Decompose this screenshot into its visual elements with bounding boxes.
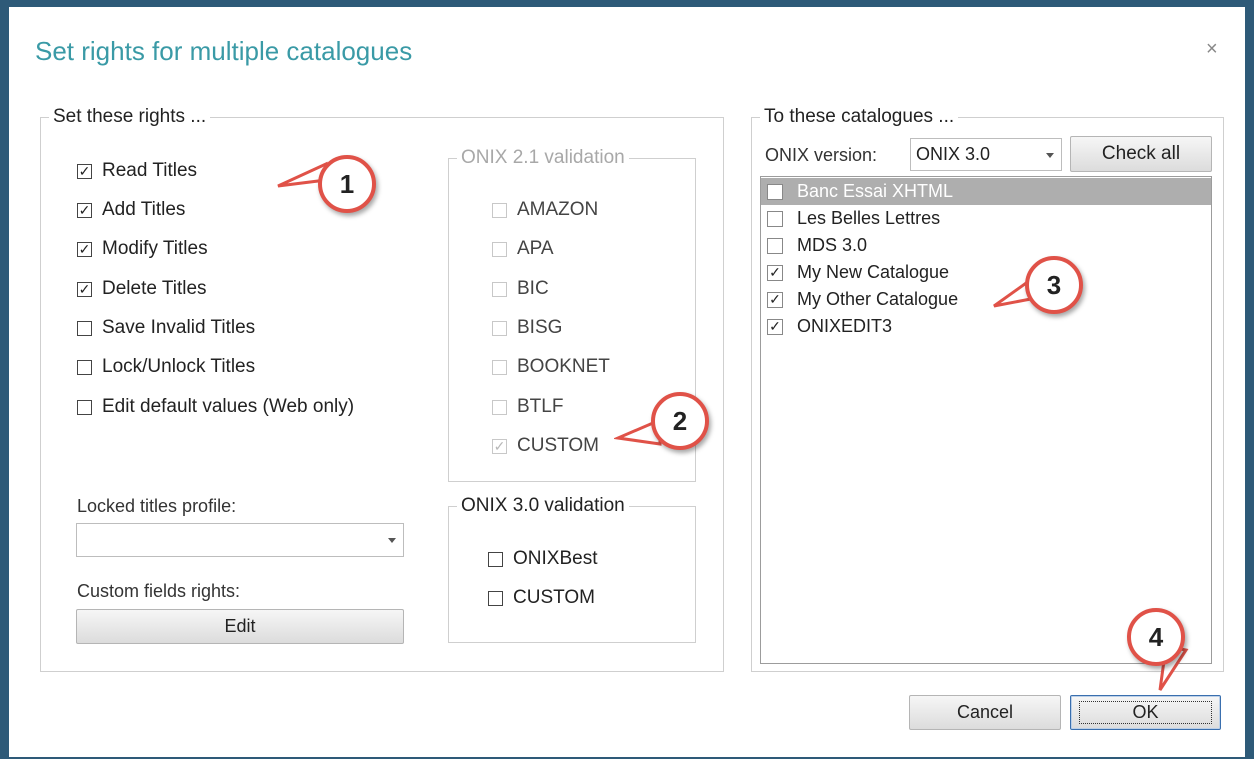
- checkbox-box[interactable]: [488, 551, 503, 567]
- chevron-down-icon: [1046, 152, 1054, 158]
- checkbox-box[interactable]: [492, 281, 507, 297]
- checkbox-box[interactable]: ✓: [77, 241, 92, 257]
- catalogue-item-mds-3-0[interactable]: MDS 3.0: [761, 232, 1211, 259]
- checkbox-label: BIC: [517, 278, 549, 299]
- onix-version-value: ONIX 3.0: [916, 144, 991, 164]
- checkbox-label: Add Titles: [102, 199, 186, 220]
- checkbox-bisg[interactable]: BISG: [492, 317, 562, 339]
- catalogue-item-banc-essai-xhtml[interactable]: Banc Essai XHTML: [761, 178, 1211, 205]
- checkbox-custom-onix30[interactable]: CUSTOM: [488, 587, 595, 609]
- checkbox-box[interactable]: [767, 237, 783, 254]
- catalogues-legend: To these catalogues ...: [764, 106, 955, 127]
- checkbox-onixbest[interactable]: ONIXBest: [488, 548, 597, 570]
- checkbox-box[interactable]: [488, 590, 503, 606]
- checkbox-save-invalid-titles[interactable]: Save Invalid Titles: [77, 317, 255, 339]
- checkbox-box[interactable]: [492, 359, 507, 375]
- callout-2: 2: [651, 392, 709, 450]
- checkbox-btlf[interactable]: BTLF: [492, 396, 563, 418]
- locked-profile-select[interactable]: [76, 523, 404, 557]
- checkbox-amazon[interactable]: AMAZON: [492, 199, 598, 221]
- checkbox-box[interactable]: [767, 210, 783, 227]
- checkbox-apa[interactable]: APA: [492, 238, 554, 260]
- checkbox-modify-titles[interactable]: ✓ Modify Titles: [77, 238, 208, 260]
- catalogue-label: ONIXEDIT3: [797, 316, 893, 336]
- checkbox-label: Edit default values (Web only): [102, 396, 355, 417]
- checkbox-label: BISG: [517, 317, 563, 338]
- catalogue-item-my-new-catalogue[interactable]: ✓ My New Catalogue: [761, 259, 1211, 286]
- ok-button[interactable]: OK: [1070, 695, 1221, 730]
- checkbox-box[interactable]: ✓: [767, 291, 783, 308]
- checkbox-label: AMAZON: [517, 199, 599, 220]
- checkbox-custom-onix21[interactable]: ✓ CUSTOM: [492, 435, 599, 457]
- onix21-legend: ONIX 2.1 validation: [461, 147, 625, 168]
- checkbox-read-titles[interactable]: ✓ Read Titles: [77, 160, 197, 182]
- checkbox-box[interactable]: [492, 241, 507, 257]
- catalogue-item-les-belles-lettres[interactable]: Les Belles Lettres: [761, 205, 1211, 232]
- checkbox-booknet[interactable]: BOOKNET: [492, 356, 610, 378]
- checkbox-label: APA: [517, 238, 554, 259]
- checkbox-label: Save Invalid Titles: [102, 317, 256, 338]
- catalogue-label: MDS 3.0: [797, 235, 868, 255]
- checkbox-box[interactable]: ✓: [77, 281, 92, 297]
- check-all-button[interactable]: Check all: [1070, 136, 1212, 172]
- checkbox-label: ONIXBest: [513, 548, 598, 569]
- checkbox-box[interactable]: ✓: [77, 202, 92, 218]
- checkbox-box[interactable]: [767, 183, 783, 200]
- catalogue-label: Banc Essai XHTML: [797, 181, 954, 201]
- checkbox-label: BTLF: [517, 396, 564, 417]
- checkbox-lock-unlock-titles[interactable]: Lock/Unlock Titles: [77, 356, 255, 378]
- checkbox-bic[interactable]: BIC: [492, 278, 549, 300]
- checkbox-box[interactable]: [492, 320, 507, 336]
- catalogue-label: My New Catalogue: [797, 262, 950, 282]
- checkbox-label: BOOKNET: [517, 356, 610, 377]
- checkbox-label: Modify Titles: [102, 238, 208, 259]
- custom-fields-label: Custom fields rights:: [77, 581, 241, 601]
- checkbox-label: Lock/Unlock Titles: [102, 356, 256, 377]
- callout-1: 1: [318, 155, 376, 213]
- checkbox-delete-titles[interactable]: ✓ Delete Titles: [77, 278, 207, 300]
- chevron-down-icon: [388, 538, 396, 543]
- rights-legend: Set these rights ...: [53, 106, 207, 127]
- catalogue-list: Banc Essai XHTML Les Belles Lettres MDS …: [760, 176, 1212, 664]
- catalogue-label: Les Belles Lettres: [797, 208, 941, 228]
- callout-3: 3: [1025, 256, 1083, 314]
- checkbox-label: Read Titles: [102, 160, 198, 181]
- checkbox-box[interactable]: ✓: [767, 264, 783, 281]
- checkbox-box[interactable]: [77, 399, 92, 415]
- ok-button-label: OK: [1079, 701, 1212, 724]
- catalogue-item-onixedit3[interactable]: ✓ ONIXEDIT3: [761, 313, 1211, 340]
- cancel-button[interactable]: Cancel: [909, 695, 1061, 730]
- close-icon[interactable]: ×: [1206, 38, 1218, 61]
- dialog-title: Set rights for multiple catalogues: [35, 36, 413, 66]
- checkbox-box[interactable]: [492, 399, 507, 415]
- checkbox-add-titles[interactable]: ✓ Add Titles: [77, 199, 185, 221]
- catalogue-label: My Other Catalogue: [797, 289, 959, 309]
- edit-button[interactable]: Edit: [76, 609, 404, 644]
- callout-4: 4: [1127, 608, 1185, 666]
- checkbox-label: CUSTOM: [513, 587, 595, 608]
- onix-version-label: ONIX version:: [765, 145, 878, 165]
- catalogue-item-my-other-catalogue[interactable]: ✓ My Other Catalogue: [761, 286, 1211, 313]
- checkbox-label: Delete Titles: [102, 278, 207, 299]
- checkbox-box[interactable]: [77, 359, 92, 375]
- checkbox-box[interactable]: [492, 202, 507, 218]
- checkbox-edit-default-values[interactable]: Edit default values (Web only): [77, 396, 354, 418]
- checkbox-box[interactable]: [77, 320, 92, 336]
- locked-profile-label: Locked titles profile:: [77, 496, 237, 516]
- checkbox-box[interactable]: ✓: [767, 318, 783, 335]
- onix-version-select[interactable]: ONIX 3.0: [910, 138, 1062, 171]
- checkbox-box[interactable]: ✓: [492, 438, 507, 454]
- checkbox-label: CUSTOM: [517, 435, 599, 456]
- checkbox-box[interactable]: ✓: [77, 163, 92, 179]
- onix30-legend: ONIX 3.0 validation: [461, 495, 625, 516]
